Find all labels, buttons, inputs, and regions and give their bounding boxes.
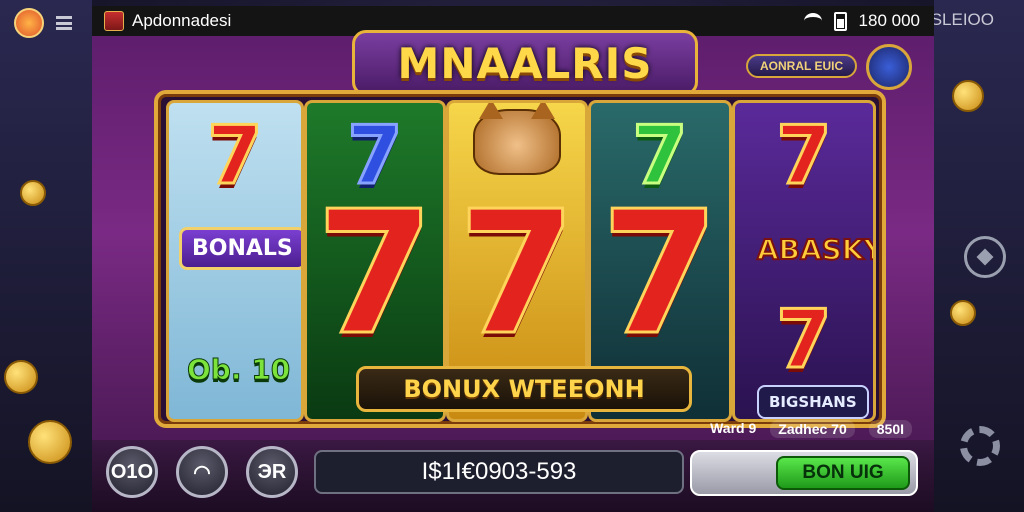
emblem-icon[interactable] [866,44,912,90]
coin-icon [952,80,984,112]
status-value: 180 000 [858,11,920,30]
coin-icon [950,300,976,326]
speedometer-button[interactable]: ◠ [176,446,228,498]
game-title: MNAALRIS [397,38,653,88]
seven-symbol: 7 [456,175,577,373]
diamond-icon [976,248,994,266]
status-right: 180 000 [803,11,920,31]
speedometer-icon: ◠ [193,461,211,484]
info-pill[interactable]: AONRAL EUIC [746,54,858,78]
left-backdrop [0,0,92,512]
menu-icon[interactable] [56,16,72,30]
bonals-tag: BONALS [179,227,301,270]
seven-symbol: 7 [775,292,834,388]
wifi-icon [803,13,822,29]
top-left-icons [14,8,72,38]
battery-icon [833,11,847,31]
coin-icon [28,420,72,464]
stat-value: 850I [868,420,912,438]
game-title-plate: MNAALRIS [352,30,698,96]
seven-symbol: 7 [599,175,720,373]
balance-display: I$1I€0903-593 [314,450,684,494]
seven-symbol: 7 [314,175,435,373]
seven-symbol: 7 [206,108,265,204]
seven-symbol: 7 [775,108,834,204]
gear-icon[interactable] [960,426,1000,466]
reel-1: 7 BONALS Ob. 10 [166,100,304,422]
ward-label: Ward 9 [710,420,757,436]
app-name: Apdonnadesi [132,11,232,30]
side-options-button[interactable] [964,236,1006,278]
auto-button[interactable]: ЭR [246,446,298,498]
app-icon [104,11,124,31]
bassy-tag: ABASKY! [756,232,873,267]
bonus-banner: BONUX WTEEONH [356,366,692,412]
spin-button[interactable]: BON UIG [776,456,910,490]
app-launcher-icon[interactable] [14,8,44,38]
bigshans-tag: BIGSHANS [757,385,869,419]
slot-game-screen: Apdonnadesi 180 000 MNAALRIS AONRAL EUIC… [92,6,934,512]
right-corner-text: SLEIOO [930,10,994,29]
right-backdrop: SLEIOO [930,0,1024,512]
spin-control[interactable]: BON UIG [690,450,918,496]
zadhec-label: Zadhec 70 [770,420,855,438]
reel-5: 7 ABASKY! 7 BIGSHANS [732,100,876,422]
bet-stats: Ward 9 Zadhec 70 850I [710,420,912,438]
coin-icon [4,360,38,394]
bet-level-button[interactable]: O1O [106,446,158,498]
cat-icon [473,103,561,175]
bonus-ten-tag: Ob. 10 [186,353,291,387]
coin-icon [20,180,46,206]
